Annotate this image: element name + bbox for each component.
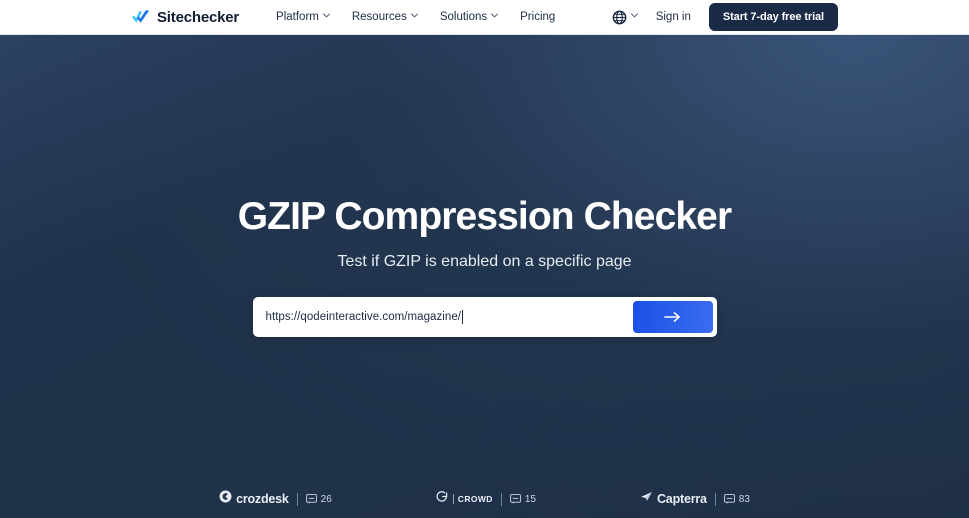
url-input-value: https://qodeinteractive.com/magazine/: [265, 310, 462, 323]
crozdesk-label: crozdesk: [236, 492, 289, 506]
site-header: Sitechecker Platform Resources Solutions…: [0, 0, 969, 35]
chevron-down-icon: [322, 13, 330, 20]
divider: [500, 492, 502, 506]
count-value: 83: [738, 493, 750, 505]
badge-capterra[interactable]: Capterra 83: [640, 490, 750, 508]
count-value: 26: [320, 493, 332, 505]
nav-item-resources[interactable]: Resources: [352, 11, 418, 23]
badge-g2-crowd[interactable]: CROWD 15: [436, 490, 536, 508]
sign-in-link[interactable]: Sign in: [656, 11, 691, 23]
review-badges: crozdesk 26 CROWD 15 Capterra 83: [0, 490, 969, 508]
page-subtitle: Test if GZIP is enabled on a specific pa…: [337, 252, 632, 270]
arrow-right-icon: [664, 311, 681, 323]
g2-crowd-label: CROWD: [452, 494, 493, 504]
g2-crowd-logo: CROWD: [436, 490, 493, 508]
crozdesk-logo: crozdesk: [219, 490, 289, 508]
g2-crowd-review-count: 15: [509, 493, 536, 505]
capterra-review-count: 83: [723, 493, 750, 505]
review-bubble-icon: [305, 494, 317, 504]
capterra-icon: [640, 490, 653, 508]
divider: [296, 492, 298, 506]
header-actions: Sign in Start 7-day free trial: [612, 3, 838, 31]
chevron-down-icon: [630, 13, 638, 20]
submit-button[interactable]: [632, 300, 713, 333]
hero-content: GZIP Compression Checker Test if GZIP is…: [0, 35, 969, 337]
g2-icon: [436, 490, 449, 508]
badge-crozdesk[interactable]: crozdesk 26: [219, 490, 332, 508]
logo-text: Sitechecker: [157, 8, 240, 26]
chevron-down-icon: [491, 13, 499, 20]
hero-section: GZIP Compression Checker Test if GZIP is…: [0, 35, 969, 518]
count-value: 15: [524, 493, 536, 505]
nav-item-platform[interactable]: Platform: [276, 11, 330, 23]
globe-icon: [612, 10, 627, 25]
start-free-trial-button[interactable]: Start 7-day free trial: [708, 3, 838, 31]
language-selector[interactable]: [612, 10, 638, 25]
url-search-bar: https://qodeinteractive.com/magazine/: [252, 296, 717, 337]
logo[interactable]: Sitechecker: [131, 9, 239, 26]
url-input[interactable]: https://qodeinteractive.com/magazine/: [257, 301, 633, 333]
checkmark-icon: [131, 9, 150, 25]
nav-label: Solutions: [439, 11, 488, 23]
nav-item-pricing[interactable]: Pricing: [520, 11, 555, 23]
divider: [714, 492, 716, 506]
crozdesk-icon: [219, 490, 232, 508]
review-bubble-icon: [723, 494, 735, 504]
chevron-down-icon: [410, 13, 418, 20]
nav-label: Platform: [276, 11, 319, 23]
capterra-logo: Capterra: [640, 490, 707, 508]
nav-label: Resources: [351, 11, 407, 23]
main-nav: Platform Resources Solutions Pricing: [276, 11, 555, 23]
review-bubble-icon: [509, 494, 521, 504]
nav-label: Pricing: [520, 11, 556, 23]
page-title: GZIP Compression Checker: [237, 195, 732, 238]
text-cursor: [462, 309, 464, 324]
capterra-label: Capterra: [656, 492, 707, 506]
nav-item-solutions[interactable]: Solutions: [439, 11, 499, 23]
crozdesk-review-count: 26: [305, 493, 332, 505]
